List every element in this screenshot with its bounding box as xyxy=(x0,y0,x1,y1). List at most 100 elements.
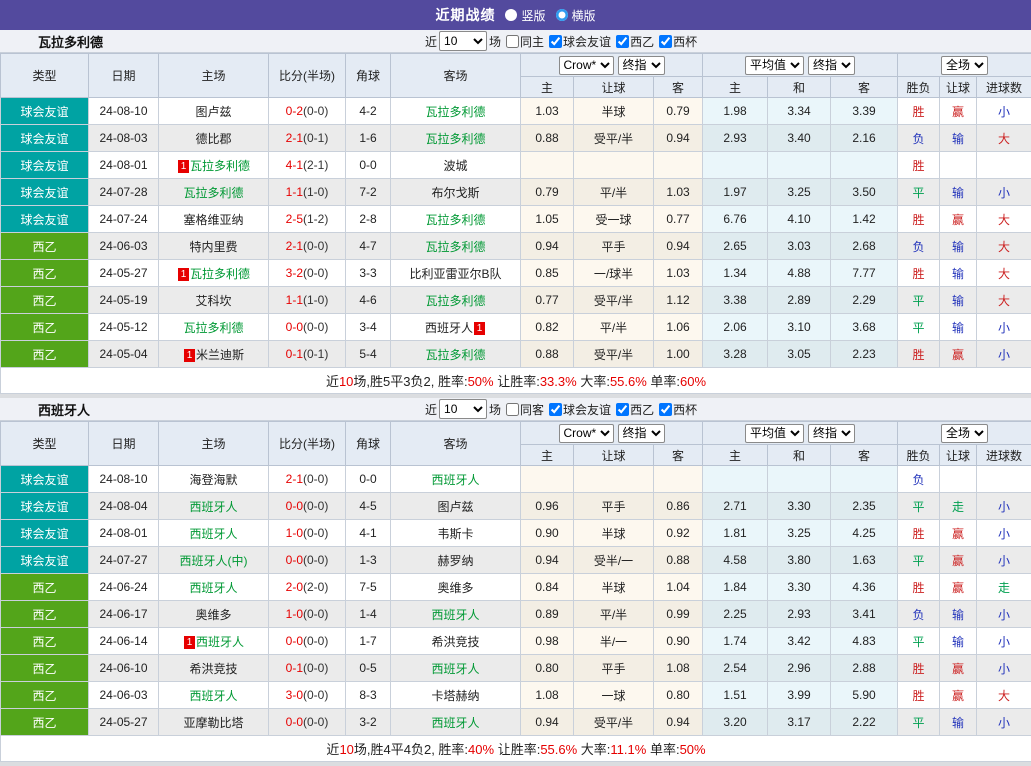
subcol-goals-result: 进球数 xyxy=(977,445,1031,466)
handicap-home-odds: 0.79 xyxy=(521,179,574,206)
score-halftime: 1-1(1-0) xyxy=(269,287,346,314)
match-type-badge: 西乙 xyxy=(1,574,89,601)
match-date: 24-08-04 xyxy=(89,493,159,520)
match-row: 西乙24-05-041米兰迪斯0-1(0-1)5-4瓦拉多利德0.88受平/半1… xyxy=(1,341,1031,368)
result-handicap xyxy=(940,466,977,493)
friendly-checkbox[interactable] xyxy=(549,35,562,48)
avg-home-odds: 6.76 xyxy=(703,206,768,233)
avg-home-odds: 2.93 xyxy=(703,125,768,152)
segunda-checkbox[interactable] xyxy=(616,35,629,48)
home-team: 奥维多 xyxy=(159,601,269,628)
handicap-away-odds: 1.04 xyxy=(654,574,703,601)
away-team: 奥维多 xyxy=(391,574,521,601)
scope-select[interactable]: 全场 xyxy=(941,424,988,443)
matches-label: 场 xyxy=(489,401,501,418)
subcol-avg-away: 客 xyxy=(831,77,898,98)
avg-draw-odds: 3.03 xyxy=(768,233,831,260)
league-filter-friendly[interactable]: 球会友谊 xyxy=(546,33,611,50)
copa-checkbox[interactable] xyxy=(659,403,672,416)
top-bar: 近期战绩 竖版 横版 xyxy=(0,0,1031,30)
friendly-checkbox[interactable] xyxy=(549,403,562,416)
score-halftime: 0-0(0-0) xyxy=(269,628,346,655)
away-team: 波城 xyxy=(391,152,521,179)
avg-home-odds: 1.51 xyxy=(703,682,768,709)
average-stage-select[interactable]: 终指 xyxy=(808,424,855,443)
result-outcome: 胜 xyxy=(898,655,940,682)
score-halftime: 2-1(0-0) xyxy=(269,233,346,260)
match-count-select[interactable]: 10 xyxy=(439,399,487,419)
subcol-outcome: 胜负 xyxy=(898,77,940,98)
layout-option-vertical[interactable]: 竖版 xyxy=(505,7,545,24)
handicap-stage-select[interactable]: 终指 xyxy=(618,56,665,75)
result-goals: 小 xyxy=(977,341,1031,368)
league-filter-segunda[interactable]: 西乙 xyxy=(613,33,654,50)
league-filter-friendly[interactable]: 球会友谊 xyxy=(546,401,611,418)
match-row: 西乙24-05-271瓦拉多利德3-2(0-0)3-3比利亚雷亚尔B队0.85一… xyxy=(1,260,1031,287)
avg-draw-odds xyxy=(768,466,831,493)
same-venue-filter[interactable]: 同客 xyxy=(503,401,544,418)
home-team: 1米兰迪斯 xyxy=(159,341,269,368)
avg-home-odds: 1.74 xyxy=(703,628,768,655)
corners: 3-4 xyxy=(346,314,391,341)
scope-select[interactable]: 全场 xyxy=(941,56,988,75)
match-type-badge: 球会友谊 xyxy=(1,466,89,493)
handicap-odds-header: Crow*终指 xyxy=(521,422,703,445)
subcol-avg-draw: 和 xyxy=(768,77,831,98)
col-date: 日期 xyxy=(89,422,159,466)
avg-away-odds: 2.22 xyxy=(831,709,898,736)
match-count-select[interactable]: 10 xyxy=(439,31,487,51)
result-goals: 大 xyxy=(977,233,1031,260)
league-filter-segunda[interactable]: 西乙 xyxy=(613,401,654,418)
result-outcome: 平 xyxy=(898,628,940,655)
league-filter-copa[interactable]: 西杯 xyxy=(656,401,697,418)
result-scope-header: 全场 xyxy=(898,54,1031,77)
league-filter-copa[interactable]: 西杯 xyxy=(656,33,697,50)
match-type-badge: 西乙 xyxy=(1,260,89,287)
avg-home-odds xyxy=(703,152,768,179)
subcol-avg-draw: 和 xyxy=(768,445,831,466)
handicap-line xyxy=(574,466,654,493)
match-type-badge: 西乙 xyxy=(1,628,89,655)
match-type-badge: 球会友谊 xyxy=(1,520,89,547)
match-type-badge: 球会友谊 xyxy=(1,493,89,520)
matches-label: 场 xyxy=(489,33,501,50)
home-team: 德比郡 xyxy=(159,125,269,152)
avg-away-odds xyxy=(831,466,898,493)
average-source-select[interactable]: 平均值 xyxy=(745,56,804,75)
handicap-stage-select[interactable]: 终指 xyxy=(618,424,665,443)
handicap-line: 半球 xyxy=(574,98,654,125)
corners: 0-0 xyxy=(346,466,391,493)
home-team: 西班牙人 xyxy=(159,520,269,547)
home-team: 1瓦拉多利德 xyxy=(159,152,269,179)
result-handicap xyxy=(940,152,977,179)
match-date: 24-07-27 xyxy=(89,547,159,574)
match-row: 西乙24-06-17奥维多1-0(0-0)1-4西班牙人0.89平/半0.992… xyxy=(1,601,1031,628)
same-venue-checkbox[interactable] xyxy=(506,35,519,48)
segunda-checkbox[interactable] xyxy=(616,403,629,416)
home-team: 瓦拉多利德 xyxy=(159,314,269,341)
avg-draw-odds: 3.30 xyxy=(768,493,831,520)
avg-away-odds: 7.77 xyxy=(831,260,898,287)
away-team: 韦斯卡 xyxy=(391,520,521,547)
match-row: 球会友谊24-08-011瓦拉多利德4-1(2-1)0-0波城胜 xyxy=(1,152,1031,179)
handicap-away-odds: 1.03 xyxy=(654,260,703,287)
corners: 3-3 xyxy=(346,260,391,287)
avg-draw-odds: 3.10 xyxy=(768,314,831,341)
match-row: 球会友谊24-08-03德比郡2-1(0-1)1-6瓦拉多利德0.88受平/半0… xyxy=(1,125,1031,152)
same-venue-filter[interactable]: 同主 xyxy=(503,33,544,50)
average-stage-select[interactable]: 终指 xyxy=(808,56,855,75)
average-source-select[interactable]: 平均值 xyxy=(745,424,804,443)
result-goals: 小 xyxy=(977,520,1031,547)
result-outcome: 平 xyxy=(898,314,940,341)
away-team: 西班牙人 xyxy=(391,655,521,682)
handicap-away-odds xyxy=(654,466,703,493)
match-row: 西乙24-06-141西班牙人0-0(0-0)1-7希洪竞技0.98半/一0.9… xyxy=(1,628,1031,655)
handicap-home-odds: 0.94 xyxy=(521,547,574,574)
copa-checkbox[interactable] xyxy=(659,35,672,48)
layout-option-horizontal[interactable]: 横版 xyxy=(556,7,596,24)
handicap-source-select[interactable]: Crow* xyxy=(559,424,614,443)
avg-home-odds: 1.97 xyxy=(703,179,768,206)
home-team: 1西班牙人 xyxy=(159,628,269,655)
handicap-source-select[interactable]: Crow* xyxy=(559,56,614,75)
same-venue-checkbox[interactable] xyxy=(506,403,519,416)
